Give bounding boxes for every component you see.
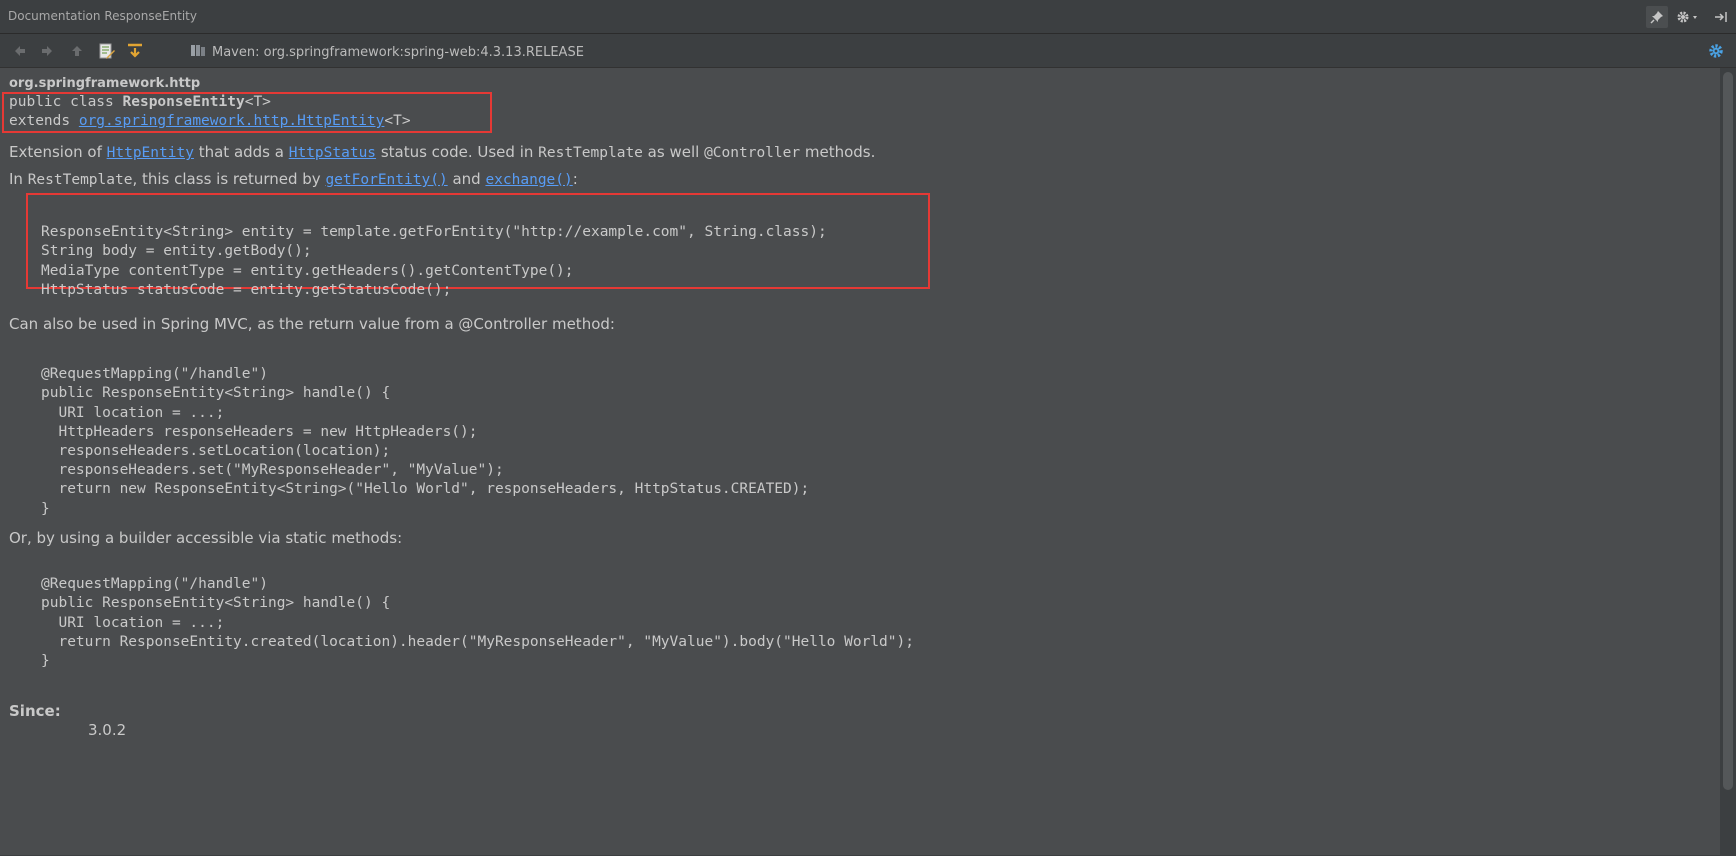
pin-icon[interactable] [1646,6,1668,28]
gear-icon[interactable] [1706,41,1726,61]
since-label: Since: [9,702,61,720]
code-line: public ResponseEntity<String> handle() { [41,595,391,612]
maven-source: Maven: org.springframework:spring-web:4.… [190,42,584,62]
exchange-link[interactable]: exchange() [485,172,572,188]
httpentity-fq-link[interactable]: org.springframework.http.HttpEntity [79,113,385,129]
vertical-scrollbar[interactable] [1720,68,1736,855]
maven-label: Maven: org.springframework:spring-web:4.… [212,44,584,60]
code-line: HttpHeaders responseHeaders = new HttpHe… [41,423,478,440]
description-paragraph-4: Or, by using a builder accessible via st… [9,529,403,547]
code-line: URI location = ...; [41,404,225,421]
code-block-resttemplate: ResponseEntity<String> entity = template… [41,204,827,319]
code-line: responseHeaders.setLocation(location); [41,443,391,460]
external-doc-icon[interactable] [125,41,145,61]
forward-arrow-icon[interactable] [37,41,57,61]
code-line: @RequestMapping("/handle") [41,576,268,593]
code-line: MediaType contentType = entity.getHeader… [41,262,574,279]
code-line: String body = entity.getBody(); [41,243,312,260]
httpentity-link[interactable]: HttpEntity [107,145,194,161]
up-arrow-icon[interactable] [67,41,87,61]
code-line: URI location = ...; [41,614,225,631]
httpstatus-link[interactable]: HttpStatus [289,145,376,161]
description-paragraph-3: Can also be used in Spring MVC, as the r… [9,315,615,333]
description-paragraph-1: Extension of HttpEntity that adds a Http… [9,143,876,161]
window-title: Documentation ResponseEntity [8,9,197,23]
since-value: 3.0.2 [88,721,127,739]
code-line: return ResponseEntity.created(location).… [41,633,914,650]
code-line: ResponseEntity<String> entity = template… [41,224,827,241]
code-line: } [41,653,50,670]
getforentity-link[interactable]: getForEntity() [325,172,447,188]
back-arrow-icon[interactable] [10,41,30,61]
settings-dropdown-icon[interactable] [1674,6,1704,28]
code-line: HttpStatus statusCode = entity.getStatus… [41,281,452,298]
code-line: public ResponseEntity<String> handle() { [41,385,391,402]
scrollbar-thumb[interactable] [1723,72,1733,790]
declaration-line-1: public class ResponseEntity<T> [9,94,271,110]
class-name: ResponseEntity [122,94,245,110]
package-name: org.springframework.http [9,76,201,91]
code-block-controller: @RequestMapping("/handle") public Respons… [41,346,809,538]
code-line: } [41,500,50,517]
code-line: return new ResponseEntity<String>("Hello… [41,481,810,498]
toolbar: Maven: org.springframework:spring-web:4.… [0,34,1736,68]
declaration-line-2: extends org.springframework.http.HttpEnt… [9,113,411,129]
library-icon [190,42,206,62]
edit-source-icon[interactable] [97,41,117,61]
hide-icon[interactable] [1710,6,1732,28]
title-bar: Documentation ResponseEntity [0,0,1736,34]
description-paragraph-2: In RestTemplate, this class is returned … [9,170,578,188]
code-line: @RequestMapping("/handle") [41,366,268,383]
code-line: responseHeaders.set("MyResponseHeader", … [41,462,504,479]
code-block-builder: @RequestMapping("/handle") public Respons… [41,556,914,690]
